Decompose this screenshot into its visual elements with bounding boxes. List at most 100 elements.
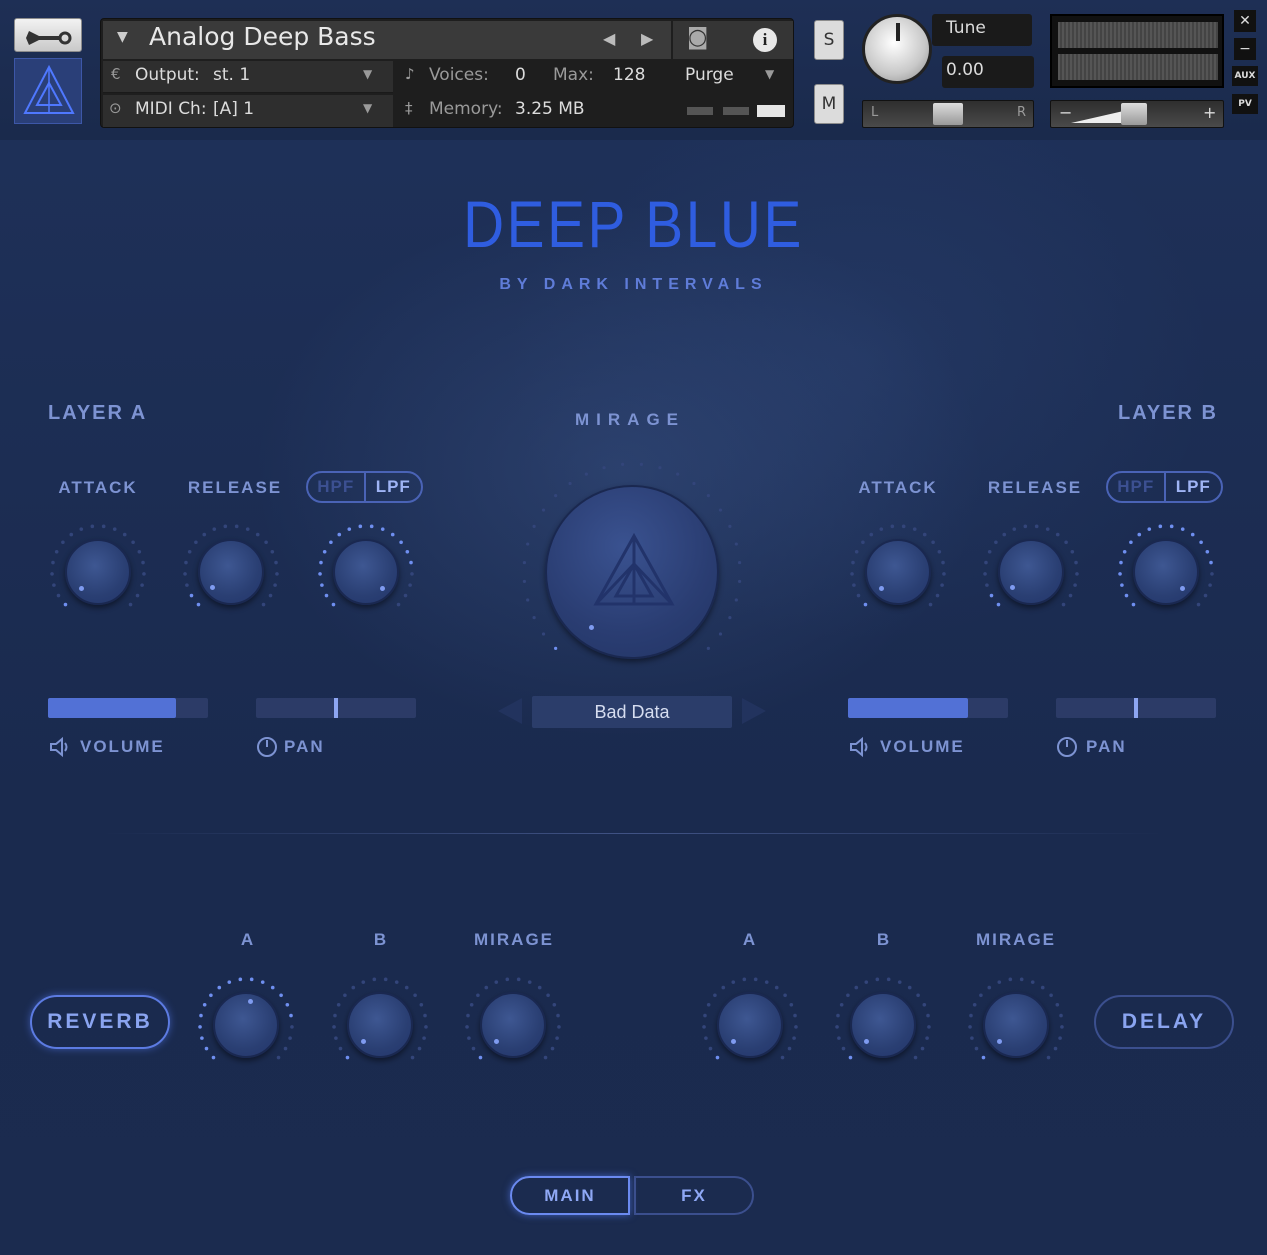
- delay-button[interactable]: DELAY: [1094, 995, 1234, 1049]
- layer-b-release-knob-wrap: [981, 522, 1081, 622]
- layer-a-pan-handle[interactable]: [334, 698, 338, 718]
- knob-tick: [532, 616, 536, 620]
- layer-b-volume-slider[interactable]: [848, 698, 1008, 718]
- knob-tick: [122, 532, 127, 537]
- output-value[interactable]: st. 1: [213, 65, 250, 85]
- midi-value[interactable]: [A] 1: [213, 99, 254, 119]
- delay-mirage-knob[interactable]: [983, 992, 1049, 1058]
- mute-label: M: [821, 94, 837, 114]
- host-header: ▼ Analog Deep Bass ◀ ▶ ◙ i € Output: st.…: [0, 0, 1267, 140]
- layer-b-attack-knob[interactable]: [865, 539, 931, 605]
- reverb-button[interactable]: REVERB: [30, 995, 170, 1049]
- close-button[interactable]: ✕: [1234, 10, 1256, 32]
- knob-tick: [1158, 524, 1163, 529]
- mute-button[interactable]: M: [814, 84, 844, 124]
- settings-button[interactable]: [14, 18, 82, 52]
- layer-b-release-knob[interactable]: [998, 539, 1064, 605]
- minimize-icon: −: [1239, 41, 1251, 57]
- instrument-name[interactable]: Analog Deep Bass: [149, 22, 376, 51]
- volume-slider[interactable]: − +: [1050, 100, 1224, 128]
- knob-tick: [787, 1046, 792, 1051]
- info-icon[interactable]: i: [753, 28, 777, 52]
- layer-a-volume-slider[interactable]: [48, 698, 208, 718]
- preset-prev-icon[interactable]: [498, 698, 522, 724]
- layer-a-pan-slider[interactable]: [256, 698, 416, 718]
- knob-tick: [926, 1013, 930, 1018]
- layer-b-cutoff-knob-wrap: [1116, 522, 1216, 622]
- layer-a-lpf-option[interactable]: LPF: [366, 473, 422, 501]
- reverb-a-knob[interactable]: [213, 992, 279, 1058]
- knob-tick: [417, 1046, 422, 1051]
- knob-tick: [1120, 583, 1124, 587]
- layer-a-release-knob[interactable]: [198, 539, 264, 605]
- reverb-mirage-knob-wrap: [463, 975, 563, 1075]
- knob-tick: [275, 572, 279, 576]
- next-preset-icon[interactable]: ▶: [641, 29, 653, 48]
- knob-tick: [846, 993, 850, 998]
- midi-dropdown-icon[interactable]: ▼: [363, 101, 372, 115]
- knob-tick: [851, 560, 855, 565]
- reverb-mirage-knob[interactable]: [480, 992, 546, 1058]
- delay-b-knob[interactable]: [850, 992, 916, 1058]
- volume-slider-handle[interactable]: [1121, 103, 1147, 125]
- layer-b-cutoff-knob[interactable]: [1133, 539, 1199, 605]
- knob-tick: [399, 540, 403, 545]
- knob-tick: [970, 1036, 974, 1040]
- layer-a-title: LAYER A: [48, 402, 148, 424]
- layer-a-cutoff-knob[interactable]: [333, 539, 399, 605]
- knob-tick: [274, 560, 278, 565]
- knob-tick: [69, 532, 74, 537]
- delay-a-knob[interactable]: [717, 992, 783, 1058]
- knob-tick: [333, 1013, 337, 1018]
- level-meters: [1050, 14, 1224, 88]
- layer-b-pan-handle[interactable]: [1134, 698, 1138, 718]
- minimize-button[interactable]: −: [1234, 38, 1256, 60]
- aux-button[interactable]: AUX: [1232, 66, 1258, 86]
- instrument-menu-arrow-icon[interactable]: ▼: [117, 29, 128, 45]
- knob-tick: [394, 980, 399, 984]
- pv-button[interactable]: PV: [1232, 94, 1258, 114]
- knob-tick: [345, 1055, 350, 1060]
- voices-value: 0: [515, 65, 526, 85]
- knob-tick: [836, 1013, 840, 1018]
- layer-b-pan-slider[interactable]: [1056, 698, 1216, 718]
- layer-a-filter-toggle[interactable]: HPF LPF: [306, 471, 423, 503]
- output-dropdown-icon[interactable]: ▼: [363, 67, 372, 81]
- tab-main[interactable]: MAIN: [510, 1176, 630, 1215]
- purge-dropdown-icon[interactable]: ▼: [765, 67, 774, 81]
- knob-tick: [465, 1025, 469, 1029]
- layer-b-lpf-option[interactable]: LPF: [1166, 473, 1222, 501]
- purge-label[interactable]: Purge: [685, 65, 734, 85]
- max-value[interactable]: 128: [613, 65, 645, 85]
- knob-tick: [409, 560, 413, 565]
- mirage-knob-wrap: [520, 460, 744, 684]
- knob-tick: [283, 1046, 288, 1051]
- knob-tick: [541, 632, 546, 636]
- reverb-b-knob[interactable]: [347, 992, 413, 1058]
- solo-button[interactable]: S: [814, 20, 844, 60]
- tune-value-box[interactable]: 0.00: [942, 56, 1034, 88]
- layer-a-attack-knob[interactable]: [65, 539, 131, 605]
- tune-knob[interactable]: [862, 14, 932, 84]
- layer-a-hpf-option[interactable]: HPF: [308, 473, 366, 501]
- mirage-knob[interactable]: [545, 485, 719, 659]
- knob-tick: [187, 549, 192, 554]
- prev-preset-icon[interactable]: ◀: [603, 29, 615, 48]
- preset-display[interactable]: Bad Data: [532, 696, 732, 728]
- layer-b-filter-toggle[interactable]: HPF LPF: [1106, 471, 1223, 503]
- pan-slider-handle[interactable]: [933, 103, 963, 125]
- knob-tick: [935, 593, 940, 598]
- layer-b-hpf-option[interactable]: HPF: [1108, 473, 1166, 501]
- knob-tick: [332, 1025, 336, 1029]
- tab-fx[interactable]: FX: [634, 1176, 754, 1215]
- meter-left: [1058, 22, 1218, 48]
- knob-tick: [405, 549, 410, 554]
- knob-tick: [928, 602, 933, 607]
- layer-a-volume-icon: [50, 736, 68, 758]
- pan-slider[interactable]: L R: [862, 100, 1034, 128]
- knob-tick: [783, 993, 787, 998]
- preset-next-icon[interactable]: [742, 698, 766, 724]
- camera-icon[interactable]: ◙: [687, 25, 708, 50]
- knob-tick: [1068, 593, 1073, 598]
- knob-tick: [731, 980, 736, 984]
